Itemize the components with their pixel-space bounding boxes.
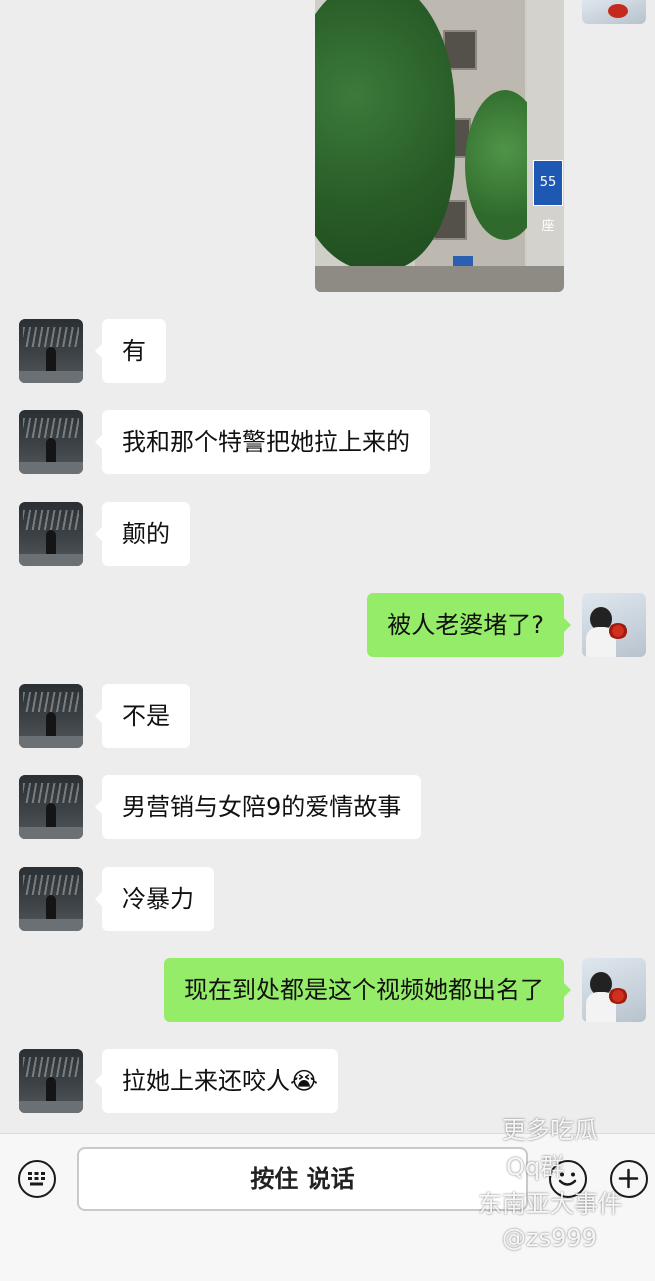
photo-tree [315, 0, 455, 270]
avatar-contact[interactable] [19, 319, 83, 383]
message-bubble-incoming[interactable]: 冷暴力 [95, 867, 214, 931]
avatar-self[interactable] [582, 0, 646, 24]
photo-street-sign: 55座 [533, 160, 563, 234]
message-bubble-incoming[interactable]: 颠的 [95, 502, 190, 566]
avatar-self[interactable] [582, 958, 646, 1022]
message-bubble-incoming[interactable]: 拉她上来还咬人😭 [94, 1049, 339, 1113]
photo-ground [315, 266, 564, 292]
avatar-contact[interactable] [19, 1049, 83, 1113]
avatar-contact[interactable] [19, 775, 83, 839]
message-bubble-outgoing[interactable]: 被人老婆堵了? [367, 593, 571, 657]
message-bubble-incoming[interactable]: 不是 [95, 684, 190, 748]
message-bubble-incoming[interactable]: 男营销与女陪9的爱情故事 [94, 775, 422, 839]
watermark-line: 东南亚大事件 [478, 1190, 622, 1218]
message-bubble-outgoing[interactable]: 现在到处都是这个视频她都出名了 [164, 958, 571, 1022]
avatar-contact[interactable] [19, 410, 83, 474]
watermark-line: @zs999 [502, 1224, 597, 1252]
avatar-contact[interactable] [19, 867, 83, 931]
message-bubble-incoming[interactable]: 有 [95, 319, 166, 383]
avatar-contact[interactable] [19, 502, 83, 566]
avatar-self[interactable] [582, 593, 646, 657]
image-message[interactable]: 55座 [315, 0, 564, 292]
keyboard-icon[interactable] [18, 1160, 56, 1198]
message-bubble-incoming[interactable]: 我和那个特警把她拉上来的 [95, 410, 430, 474]
watermark-line: 更多吃瓜 [502, 1116, 598, 1144]
avatar-contact[interactable] [19, 684, 83, 748]
watermark-line: Qq群 [506, 1153, 565, 1181]
hold-to-talk-button[interactable]: 按住 说话 [77, 1147, 528, 1211]
